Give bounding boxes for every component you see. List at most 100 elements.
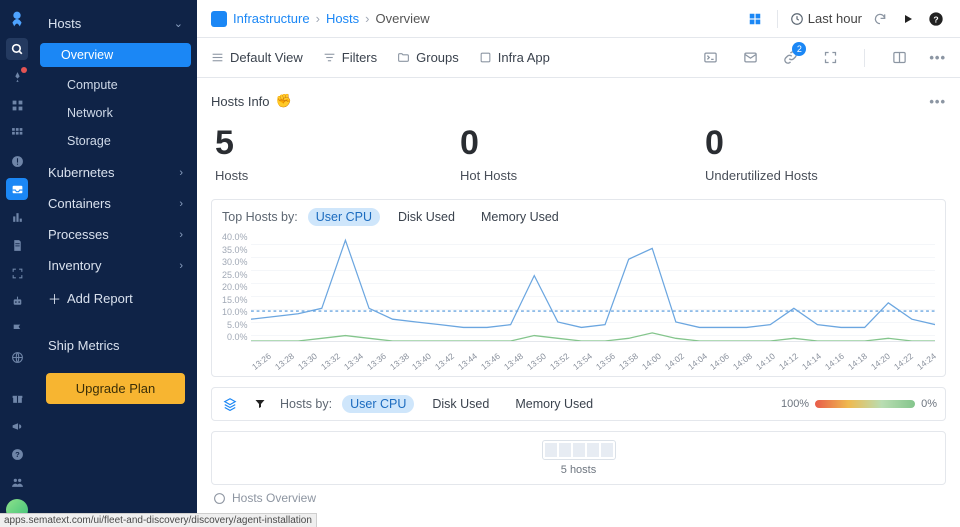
- chip-memory-used-2[interactable]: Memory Used: [507, 395, 601, 413]
- sidebar-label: Processes: [48, 227, 109, 242]
- sub-bar: Default View Filters Groups Infra App 2: [197, 38, 960, 78]
- overview-footer-label: Hosts Overview: [232, 491, 316, 505]
- chip-disk-used[interactable]: Disk Used: [390, 208, 463, 226]
- chevron-right-icon: ›: [179, 229, 183, 241]
- help-circle-icon[interactable]: ?: [926, 9, 946, 29]
- hosts-overview-footer[interactable]: Hosts Overview: [211, 485, 946, 511]
- chip-lead: Top Hosts by:: [222, 210, 298, 224]
- kpi-label: Hosts: [215, 168, 452, 183]
- chevron-right-icon: ›: [179, 260, 183, 272]
- content: Hosts Info ✊ ••• 5 Hosts 0 Hot Hosts 0 U…: [197, 78, 960, 527]
- bar-chart-icon[interactable]: [6, 206, 28, 228]
- breadcrumb-root[interactable]: Infrastructure: [233, 11, 310, 26]
- ship-metrics-link[interactable]: Ship Metrics: [34, 328, 197, 363]
- chart-plot[interactable]: [251, 232, 935, 342]
- kpi-label: Hot Hosts: [460, 168, 697, 183]
- sidebar-item-processes[interactable]: Processes ›: [34, 221, 197, 248]
- main: Infrastructure › Hosts › Overview Last h…: [197, 0, 960, 527]
- filters-label: Filters: [342, 50, 377, 65]
- app-icon: [211, 11, 227, 27]
- chip-disk-used-2[interactable]: Disk Used: [424, 395, 497, 413]
- sidebar-label: Kubernetes: [48, 165, 115, 180]
- section-title: Hosts Info ✊: [211, 93, 292, 109]
- time-range-selector[interactable]: Last hour: [790, 11, 862, 26]
- svg-text:?: ?: [933, 14, 938, 24]
- layers-icon[interactable]: [220, 394, 240, 414]
- globe-icon[interactable]: [6, 346, 28, 368]
- browser-status-url: apps.sematext.com/ui/fleet-and-discovery…: [0, 513, 317, 527]
- layout-icon[interactable]: [889, 48, 909, 68]
- sidebar-sub-overview[interactable]: Overview: [40, 43, 191, 67]
- sidebar: Hosts ⌄ Overview Compute Network Storage…: [34, 0, 197, 527]
- hosts-count-label: 5 hosts: [212, 464, 945, 476]
- more-icon[interactable]: •••: [929, 50, 946, 65]
- sidebar-sub-network[interactable]: Network: [34, 101, 197, 125]
- expand-icon[interactable]: [820, 48, 840, 68]
- flag-icon[interactable]: [6, 318, 28, 340]
- robot-icon[interactable]: [6, 290, 28, 312]
- chevron-down-icon: ⌄: [174, 17, 183, 30]
- top-bar: Infrastructure › Hosts › Overview Last h…: [197, 0, 960, 38]
- grid-icon[interactable]: [6, 122, 28, 144]
- inbox-icon[interactable]: [6, 178, 28, 200]
- fullscreen-icon[interactable]: [6, 262, 28, 284]
- infra-app-label: Infra App: [498, 50, 550, 65]
- rocket-icon[interactable]: [6, 66, 28, 88]
- apps-grid-icon[interactable]: [745, 9, 765, 29]
- filter-icon[interactable]: [250, 394, 270, 414]
- sidebar-item-inventory[interactable]: Inventory ›: [34, 252, 197, 279]
- chip-user-cpu-2[interactable]: User CPU: [342, 395, 414, 413]
- play-icon[interactable]: [898, 9, 918, 29]
- left-icon-rail: ?: [0, 0, 34, 527]
- kpi-value: 0: [460, 126, 697, 160]
- refresh-icon[interactable]: [870, 9, 890, 29]
- upgrade-plan-button[interactable]: Upgrade Plan: [46, 373, 185, 404]
- sidebar-item-containers[interactable]: Containers ›: [34, 190, 197, 217]
- section-more-icon[interactable]: •••: [929, 94, 946, 109]
- infra-app-button[interactable]: Infra App: [479, 50, 550, 65]
- time-range-label: Last hour: [808, 11, 862, 26]
- document-icon[interactable]: [6, 234, 28, 256]
- help-icon[interactable]: ?: [6, 443, 28, 465]
- section-title-label: Hosts Info: [211, 94, 270, 109]
- mail-icon[interactable]: [740, 48, 760, 68]
- sidebar-label: Containers: [48, 196, 111, 211]
- megaphone-icon[interactable]: [6, 415, 28, 437]
- grab-icon[interactable]: ✊: [276, 93, 292, 109]
- chevron-right-icon: ›: [179, 167, 183, 179]
- link-icon[interactable]: 2: [780, 48, 800, 68]
- svg-text:?: ?: [15, 450, 20, 459]
- logo-icon[interactable]: [4, 6, 30, 32]
- chip-row: Top Hosts by: User CPU Disk Used Memory …: [222, 208, 935, 226]
- kpi-hosts: 5 Hosts: [211, 122, 456, 185]
- chevron-right-icon: ›: [365, 11, 369, 26]
- legend-hi: 100%: [781, 398, 809, 410]
- sidebar-label: Hosts: [48, 16, 81, 31]
- team-icon[interactable]: [6, 471, 28, 493]
- gift-icon[interactable]: [6, 387, 28, 409]
- sidebar-item-kubernetes[interactable]: Kubernetes ›: [34, 159, 197, 186]
- filters-button[interactable]: Filters: [323, 50, 377, 65]
- kpi-row: 5 Hosts 0 Hot Hosts 0 Underutilized Host…: [211, 122, 946, 185]
- alert-icon[interactable]: [6, 150, 28, 172]
- hosts-by-lead: Hosts by:: [280, 397, 332, 411]
- default-view-button[interactable]: Default View: [211, 50, 303, 65]
- chip-user-cpu[interactable]: User CPU: [308, 208, 380, 226]
- sidebar-sub-storage[interactable]: Storage: [34, 129, 197, 153]
- add-report-button[interactable]: ＋ Add Report: [34, 281, 197, 316]
- sidebar-label: Inventory: [48, 258, 101, 273]
- thumbnail-strip[interactable]: [542, 440, 616, 460]
- apps-icon[interactable]: [6, 94, 28, 116]
- groups-button[interactable]: Groups: [397, 50, 459, 65]
- terminal-icon[interactable]: [700, 48, 720, 68]
- kpi-value: 5: [215, 126, 452, 160]
- sidebar-item-hosts[interactable]: Hosts ⌄: [34, 10, 197, 37]
- breadcrumb-mid[interactable]: Hosts: [326, 11, 359, 26]
- sidebar-sub-compute[interactable]: Compute: [34, 73, 197, 97]
- hosts-by-row: Hosts by: User CPU Disk Used Memory Used…: [211, 387, 946, 421]
- chip-memory-used[interactable]: Memory Used: [473, 208, 567, 226]
- utilization-legend: 100% 0%: [781, 398, 937, 410]
- search-icon[interactable]: [6, 38, 28, 60]
- sidebar-hosts-group: Overview Compute Network Storage: [34, 41, 197, 157]
- add-report-label: Add Report: [67, 291, 133, 306]
